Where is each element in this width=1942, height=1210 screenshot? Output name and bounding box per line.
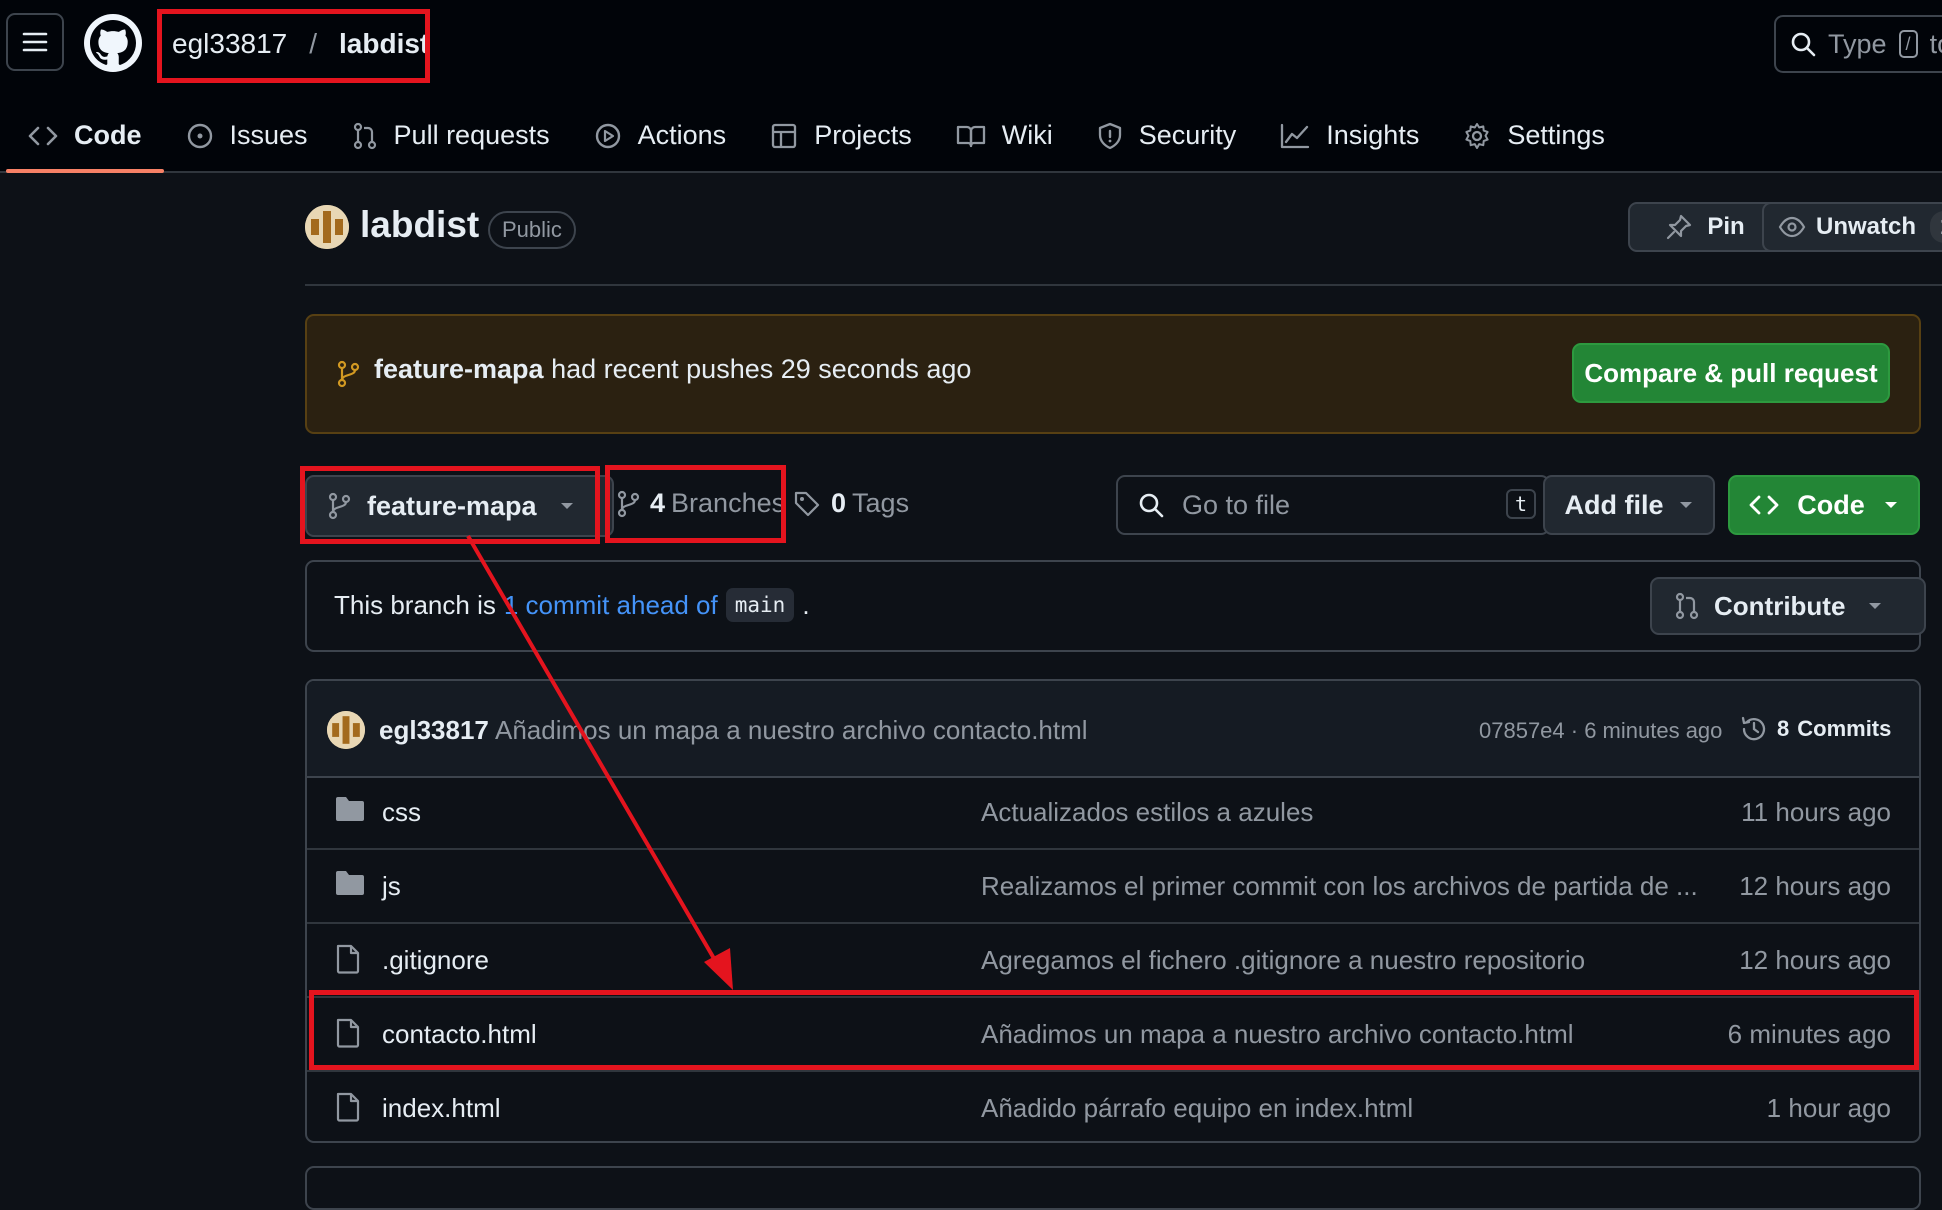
readme-box: [305, 1166, 1921, 1210]
annotation-arrow: [466, 534, 733, 990]
